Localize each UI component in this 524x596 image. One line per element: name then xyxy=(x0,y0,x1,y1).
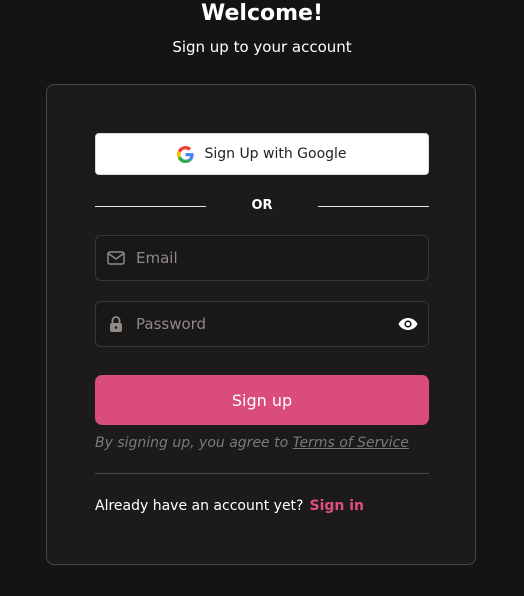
email-field[interactable] xyxy=(95,235,429,281)
password-input[interactable] xyxy=(136,302,388,346)
signin-link[interactable]: Sign in xyxy=(309,498,364,514)
divider-line-right xyxy=(318,206,429,207)
signup-button[interactable]: Sign up xyxy=(95,375,429,425)
google-icon xyxy=(177,145,195,163)
or-divider: OR xyxy=(95,197,429,217)
page-title: Welcome! xyxy=(201,1,323,26)
page-subtitle: Sign up to your account xyxy=(172,38,352,56)
eye-icon[interactable] xyxy=(388,317,428,331)
signin-prompt: Already have an account yet? xyxy=(95,498,304,514)
mail-icon xyxy=(96,251,136,265)
google-signup-button[interactable]: Sign Up with Google xyxy=(95,133,429,175)
password-field[interactable] xyxy=(95,301,429,347)
signin-prompt-row: Already have an account yet? Sign in xyxy=(95,497,429,515)
section-divider xyxy=(95,473,429,474)
terms-of-service-link[interactable]: Terms of Service xyxy=(293,435,409,451)
terms-prefix: By signing up, you agree to xyxy=(95,435,293,451)
google-signup-label: Sign Up with Google xyxy=(204,146,347,162)
lock-icon xyxy=(96,315,136,333)
email-input[interactable] xyxy=(136,236,428,280)
terms-notice: By signing up, you agree to Terms of Ser… xyxy=(95,434,429,452)
signup-card: Sign Up with Google OR Email Sign up By … xyxy=(46,84,476,565)
